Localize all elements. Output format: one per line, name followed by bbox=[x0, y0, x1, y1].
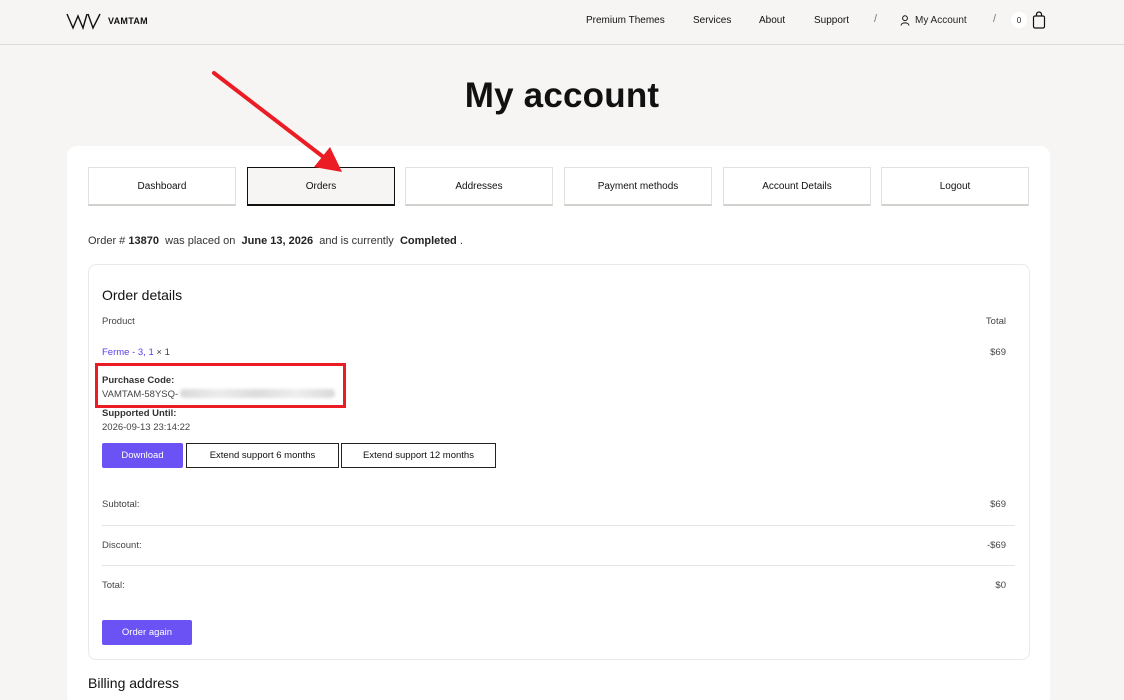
nav-about[interactable]: About bbox=[759, 15, 785, 26]
tab-dashboard[interactable]: Dashboard bbox=[88, 167, 236, 206]
column-total-header: Total bbox=[985, 316, 1006, 327]
extend-support-12-months-button[interactable]: Extend support 12 months bbox=[341, 443, 496, 468]
site-logo[interactable]: VAMTAM bbox=[66, 12, 148, 30]
page-title: My account bbox=[464, 76, 660, 115]
discount-label: Discount: bbox=[102, 540, 142, 551]
product-total: $69 bbox=[990, 347, 1006, 358]
tab-logout[interactable]: Logout bbox=[881, 167, 1029, 206]
order-status-text: and is currently bbox=[319, 235, 394, 247]
order-summary: Order # 13870 was placed on June 13, 202… bbox=[88, 235, 463, 247]
top-navigation-bar: VAMTAM Premium Themes Services About Sup… bbox=[0, 0, 1124, 45]
order-status: Completed bbox=[399, 235, 457, 247]
column-product-header: Product bbox=[102, 316, 135, 327]
order-summary-end: . bbox=[459, 235, 463, 247]
product-link[interactable]: Ferme - 3, 1 bbox=[102, 347, 154, 358]
supported-until-label: Supported Until: bbox=[102, 408, 177, 419]
cart-count-badge: 0 bbox=[1011, 12, 1027, 28]
billing-address-title: Billing address bbox=[88, 675, 180, 691]
my-account-label: My Account bbox=[915, 15, 967, 26]
order-placed-text: was placed on bbox=[165, 235, 236, 247]
order-date: June 13, 2026 bbox=[241, 235, 314, 247]
supported-until-value: 2026-09-13 23:14:22 bbox=[102, 422, 191, 433]
nav-separator: / bbox=[874, 13, 878, 25]
row-divider bbox=[102, 525, 1015, 526]
tab-addresses[interactable]: Addresses bbox=[405, 167, 553, 206]
subtotal-label: Subtotal: bbox=[102, 499, 140, 510]
extend-support-6-months-button[interactable]: Extend support 6 months bbox=[186, 443, 339, 468]
tab-orders[interactable]: Orders bbox=[247, 167, 395, 206]
row-divider bbox=[102, 565, 1015, 566]
order-prefix: Order # bbox=[88, 235, 126, 247]
order-number: 13870 bbox=[128, 235, 159, 247]
tab-account-details[interactable]: Account Details bbox=[723, 167, 871, 206]
total-label: Total: bbox=[102, 580, 125, 591]
shopping-bag-icon bbox=[1032, 11, 1046, 29]
nav-services[interactable]: Services bbox=[693, 15, 731, 26]
vamtam-logo-icon bbox=[66, 13, 101, 30]
annotation-highlight-box bbox=[95, 363, 346, 408]
user-icon bbox=[900, 15, 910, 26]
nav-separator: / bbox=[993, 13, 997, 25]
product-line: Ferme - 3, 1 × 1 bbox=[102, 347, 170, 358]
cart-button[interactable]: 0 bbox=[1011, 11, 1046, 29]
tab-payment-methods[interactable]: Payment methods bbox=[564, 167, 712, 206]
logo-text: VAMTAM bbox=[108, 16, 148, 26]
nav-support[interactable]: Support bbox=[814, 15, 849, 26]
order-details-title: Order details bbox=[102, 287, 183, 303]
order-again-button[interactable]: Order again bbox=[102, 620, 192, 645]
total-value: $0 bbox=[995, 580, 1006, 591]
product-quantity: × 1 bbox=[156, 347, 170, 358]
download-button[interactable]: Download bbox=[102, 443, 183, 468]
nav-premium-themes[interactable]: Premium Themes bbox=[586, 15, 665, 26]
discount-value: -$69 bbox=[986, 540, 1006, 551]
my-account-link[interactable]: My Account bbox=[900, 15, 967, 26]
subtotal-value: $69 bbox=[990, 499, 1006, 510]
